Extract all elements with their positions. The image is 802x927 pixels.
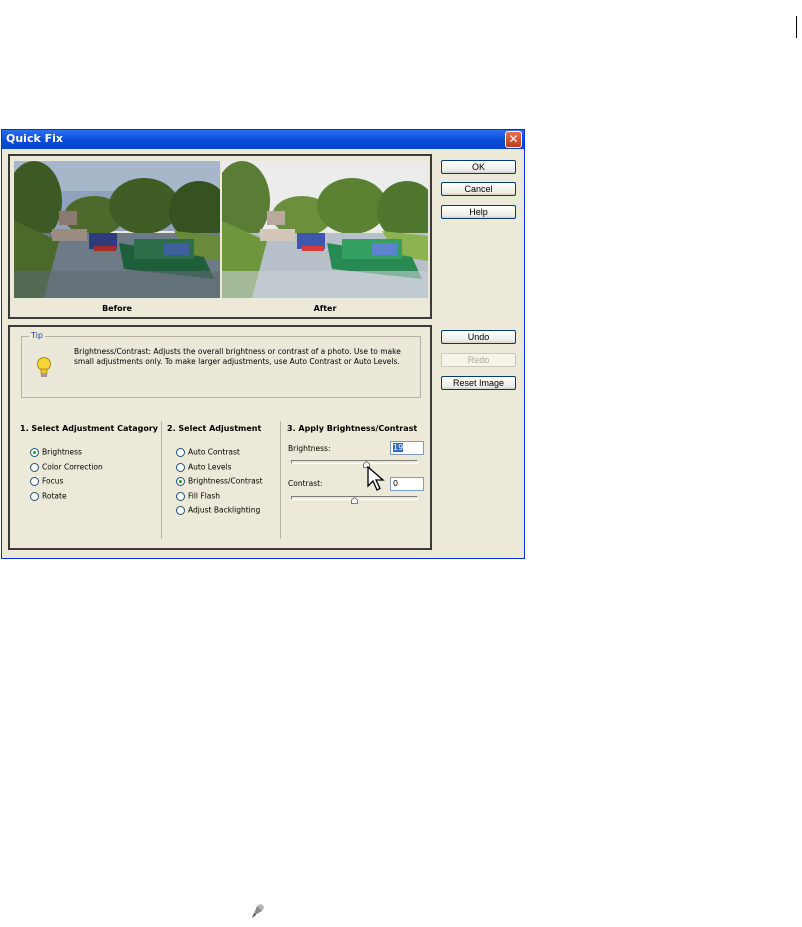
preview-panel: Before After — [8, 154, 432, 319]
reset-image-button[interactable]: Reset Image — [441, 376, 516, 390]
radio-label: Brightness — [42, 447, 82, 457]
radio-color-correction[interactable]: Color Correction — [30, 462, 103, 474]
radio-icon[interactable] — [176, 447, 185, 457]
radio-icon[interactable] — [30, 462, 39, 472]
radio-label: Rotate — [42, 491, 67, 501]
contrast-input[interactable]: 0 — [390, 477, 424, 491]
brightness-label: Brightness: — [288, 444, 331, 453]
lightbulb-icon — [36, 357, 52, 383]
contrast-slider-thumb[interactable] — [351, 497, 358, 504]
radio-label: Auto Levels — [188, 462, 232, 472]
adjustment-heading: 2. Select Adjustment — [167, 424, 262, 433]
radio-auto-contrast[interactable]: Auto Contrast — [176, 447, 240, 459]
radio-focus[interactable]: Focus — [30, 476, 63, 488]
undo-button[interactable]: Undo — [441, 330, 516, 344]
column-separator — [280, 421, 281, 539]
radio-icon[interactable] — [176, 491, 185, 501]
before-label: Before — [102, 304, 132, 313]
radio-label: Brightness/Contrast — [188, 476, 263, 486]
brightness-value: 19 — [393, 443, 404, 452]
brightness-input[interactable]: 19 — [390, 441, 424, 455]
radio-auto-levels[interactable]: Auto Levels — [176, 462, 232, 474]
after-photo — [222, 161, 428, 298]
radio-label: Auto Contrast — [188, 447, 240, 457]
apply-heading: 3. Apply Brightness/Contrast — [287, 424, 418, 433]
tip-box: Tip Brightness/Contrast: Adjusts the ove… — [21, 331, 421, 398]
radio-label: Adjust Backlighting — [188, 505, 261, 515]
radio-adjust-backlighting[interactable]: Adjust Backlighting — [176, 505, 260, 517]
page-edge-marker — [796, 16, 797, 38]
adjustment-panel: Tip Brightness/Contrast: Adjusts the ove… — [8, 325, 432, 550]
after-label: After — [313, 304, 337, 313]
column-separator — [161, 421, 162, 539]
pen-tool-icon — [252, 904, 264, 918]
title-bar[interactable]: Quick Fix ✕ — [2, 130, 524, 149]
category-heading: 1. Select Adjustment Catagory — [20, 424, 158, 433]
cancel-button[interactable]: Cancel — [441, 182, 516, 196]
radio-rotate[interactable]: Rotate — [30, 491, 67, 503]
brightness-slider[interactable] — [291, 460, 418, 464]
redo-button[interactable]: Redo — [441, 353, 516, 367]
help-button[interactable]: Help — [441, 205, 516, 219]
radio-icon[interactable] — [30, 491, 39, 501]
window-title: Quick Fix — [6, 132, 63, 145]
close-icon[interactable]: ✕ — [505, 131, 522, 148]
contrast-label: Contrast: — [288, 479, 323, 488]
radio-label: Focus — [42, 476, 64, 486]
radio-brightness[interactable]: Brightness — [30, 447, 82, 459]
ok-button[interactable]: OK — [441, 160, 516, 174]
radio-icon[interactable] — [176, 476, 185, 486]
radio-icon[interactable] — [30, 447, 39, 457]
radio-icon[interactable] — [30, 476, 39, 486]
quick-fix-dialog: Quick Fix ✕ Before After OK Cancel Help … — [1, 129, 525, 559]
radio-label: Fill Flash — [188, 491, 221, 501]
radio-label: Color Correction — [42, 462, 103, 472]
radio-brightness-contrast[interactable]: Brightness/Contrast — [176, 476, 263, 488]
radio-fill-flash[interactable]: Fill Flash — [176, 491, 220, 503]
tip-label: Tip — [29, 331, 45, 340]
arrow-cursor-icon — [367, 466, 385, 491]
before-photo — [14, 161, 220, 298]
contrast-value: 0 — [393, 479, 399, 488]
radio-icon[interactable] — [176, 462, 185, 472]
radio-icon[interactable] — [176, 505, 185, 515]
tip-text: Brightness/Contrast: Adjusts the overall… — [74, 347, 401, 366]
